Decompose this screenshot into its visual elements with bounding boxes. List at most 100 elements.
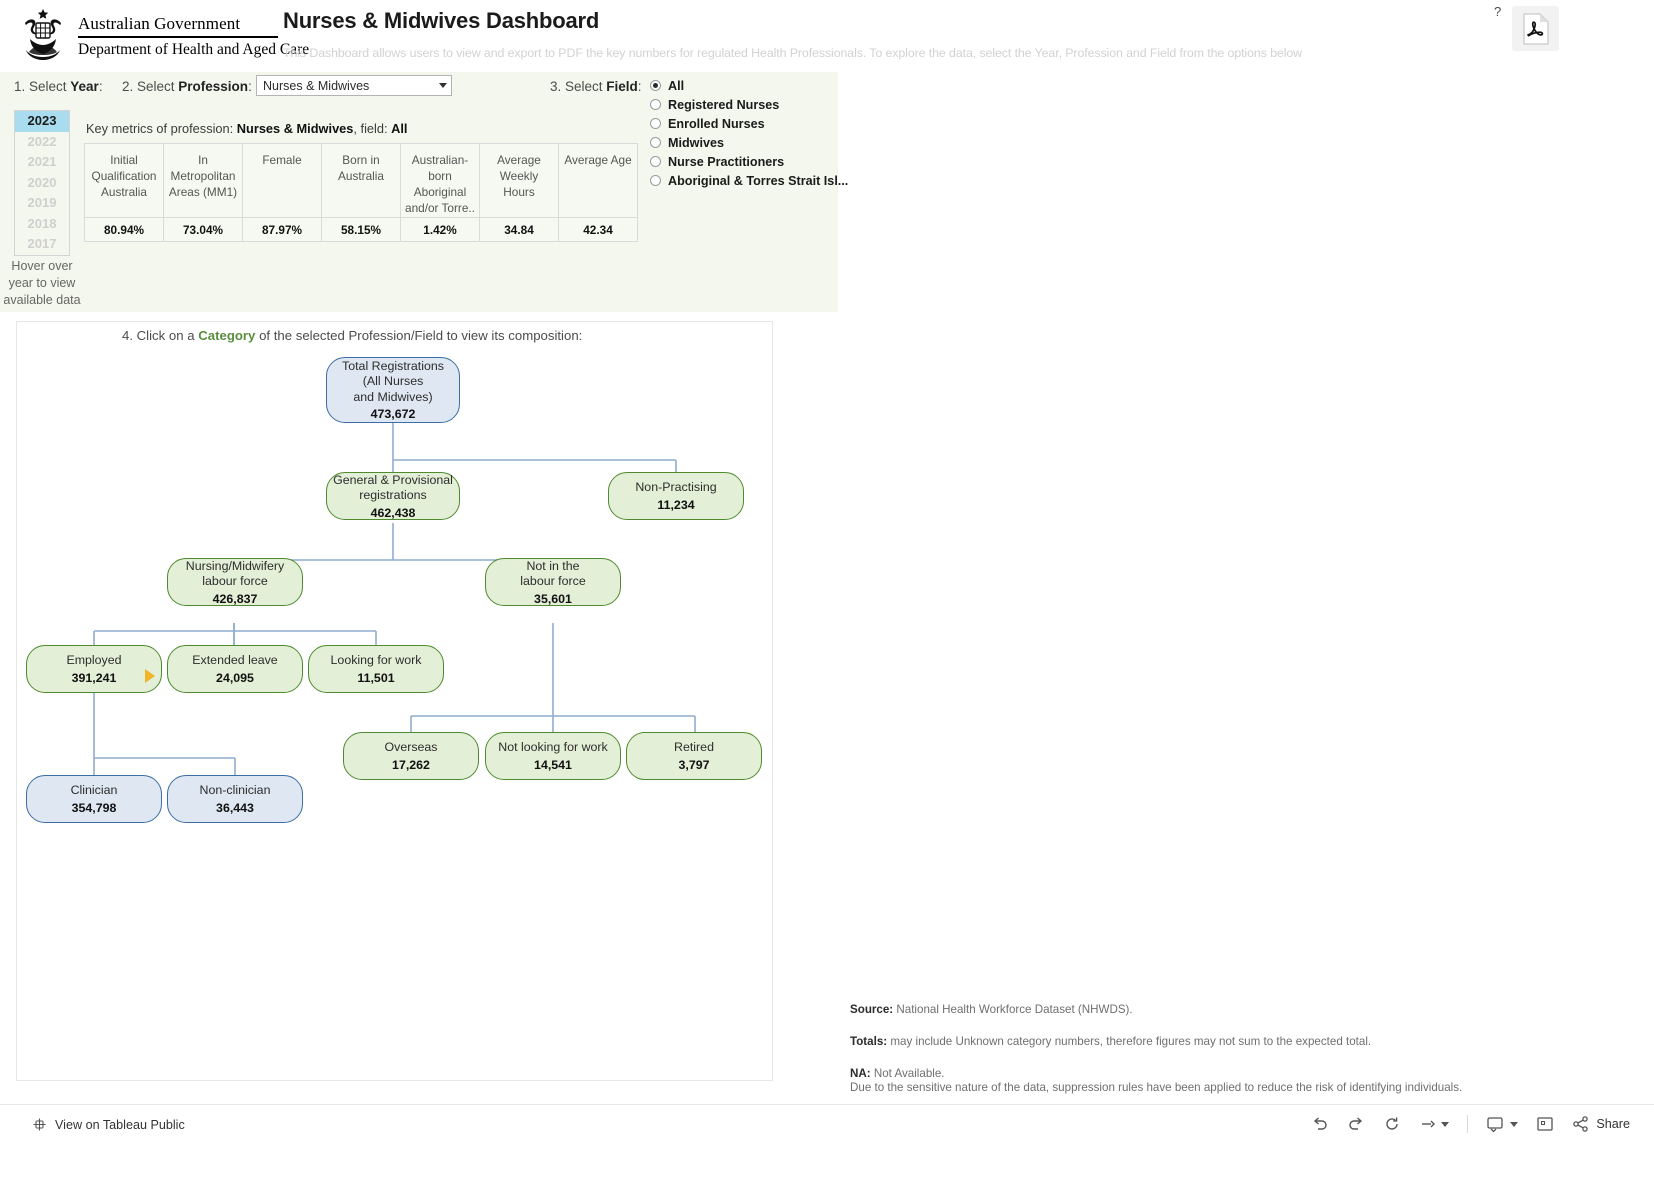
tableau-logo-icon [33,1118,46,1131]
field-radio-label: All [668,78,685,93]
flow-node-label: General & Provisional registrations [333,472,453,503]
field-radio-enrolled-nurses[interactable]: Enrolled Nurses [650,114,848,133]
header: Australian Government Department of Heal… [0,0,1654,72]
flow-node-value: 11,234 [657,497,695,512]
redo-icon[interactable] [1347,1115,1365,1133]
flow-node-label: Total Registrations (All Nurses and Midwiv… [342,358,444,404]
flow-node-nonclinician[interactable]: Non-clinician 36,443 [167,775,303,823]
note-totals: Totals: may include Unknown category num… [850,1035,1372,1048]
key-metric-header: Average Age [558,143,638,218]
drill-down-triangle-icon[interactable] [145,669,155,683]
radio-icon [650,156,661,167]
flow-node-label: Looking for work [330,653,422,668]
radio-icon [650,99,661,110]
field-radio-label: Aboriginal & Torres Strait Isl... [668,173,849,188]
key-metric-header: Initial Qualification Australia [84,143,164,218]
gov-line-1: Australian Government [78,14,241,33]
year-hint-text: Hover over year to view available data [3,259,81,307]
help-icon[interactable]: ? [1494,4,1501,19]
chevron-down-icon [1510,1121,1519,1127]
flow-node-nonprac[interactable]: Non-Practising 11,234 [608,472,744,520]
year-option-2022[interactable]: 2022 [15,132,69,153]
flow-node-notlooking[interactable]: Not looking for work 14,541 [485,732,621,780]
note-na: NA: Not Available. Due to the sensitive n… [850,1067,1463,1094]
year-option-2019[interactable]: 2019 [15,193,69,214]
key-metric-value: 73.04% [163,217,243,242]
key-metrics-value-row: 80.94% 73.04% 87.97% 58.15% 1.42% 34.84 42.34 [84,217,638,242]
profession-label: 2. Select Profession: [122,79,252,94]
flow-node-value: 391,241 [71,670,117,685]
page-subtitle: This Dashboard allows users to view and … [283,46,1303,60]
flow-node-label: Non-clinician [199,783,271,798]
key-metric-value: 42.34 [558,217,638,242]
flow-node-label: Non-Practising [635,480,717,495]
flow-node-label: Retired [674,740,714,755]
profession-dropdown[interactable]: Nurses & Midwives [256,75,452,96]
radio-icon [650,175,661,186]
flow-node-value: 462,438 [370,505,416,520]
chevron-down-icon [1441,1121,1450,1127]
flow-node-retired[interactable]: Retired 3,797 [626,732,762,780]
australian-coat-of-arms [14,6,72,64]
radio-icon [650,80,661,91]
year-option-2023[interactable]: 2023 [15,111,69,132]
fullscreen-icon[interactable] [1536,1115,1554,1133]
flow-node-overseas[interactable]: Overseas 17,262 [343,732,479,780]
field-radio-midwives[interactable]: Midwives [650,133,848,152]
flow-node-general[interactable]: General & Provisional registrations 462,43… [326,472,460,520]
year-option-2018[interactable]: 2018 [15,214,69,235]
key-metric-value: 34.84 [479,217,559,242]
pause-refresh-icon[interactable] [1419,1115,1450,1133]
flow-node-label: Extended leave [192,653,278,668]
key-metrics-table: Initial Qualification Australia In Metrop… [84,143,638,242]
flow-node-looking[interactable]: Looking for work 11,501 [308,645,444,693]
revert-icon[interactable] [1383,1115,1401,1133]
flow-node-value: 24,095 [216,670,254,685]
year-label: 1. Select Year: [14,79,103,94]
key-metric-value: 80.94% [84,217,164,242]
flow-node-extleave[interactable]: Extended leave 24,095 [167,645,303,693]
key-metrics-header-row: Initial Qualification Australia In Metrop… [84,143,638,218]
key-metric-header: In Metropolitan Areas (MM1) [163,143,243,218]
flow-node-value: 14,541 [534,757,572,772]
chevron-down-icon [439,83,447,88]
field-radio-aboriginal-torres-strait-isl[interactable]: Aboriginal & Torres Strait Isl... [650,171,848,190]
year-selector[interactable]: 2023 2022 2021 2020 2019 2018 2017 [14,110,70,256]
field-radio-label: Registered Nurses [668,97,780,112]
field-radio-all[interactable]: All [650,76,848,95]
share-button[interactable]: Share [1572,1115,1630,1133]
key-metric-header: Female [242,143,322,218]
field-radio-group[interactable]: All Registered Nurses Enrolled Nurses Midwi… [650,76,848,190]
flow-node-value: 354,798 [71,800,117,815]
custom-view-icon[interactable] [1486,1115,1519,1133]
flow-node-value: 473,672 [370,407,416,422]
flow-node-labourforce[interactable]: Nursing/Midwifery labour force 426,837 [167,558,303,606]
footer-notes: Source: National Health Workforce Datase… [850,1003,1550,1095]
flow-node-value: 3,797 [678,757,710,772]
field-radio-registered-nurses[interactable]: Registered Nurses [650,95,848,114]
key-metric-header: Born in Australia [321,143,401,218]
year-option-2017[interactable]: 2017 [15,234,69,255]
note-source: Source: National Health Workforce Datase… [850,1003,1133,1016]
flow-node-employed[interactable]: Employed 391,241 [26,645,162,693]
pdf-export-icon[interactable] [1512,6,1559,51]
flow-node-clinician[interactable]: Clinician 354,798 [26,775,162,823]
flow-node-total[interactable]: Total Registrations (All Nurses and Midwiv… [326,357,460,423]
key-metric-value: 58.15% [321,217,401,242]
flow-node-label: Not in the labour force [520,558,586,589]
toolbar-actions: Share [1311,1115,1630,1133]
flowchart-connectors [93,423,696,780]
gov-line-2: Department of Health and Aged Care [78,40,310,58]
field-radio-nurse-practitioners[interactable]: Nurse Practitioners [650,152,848,171]
key-metric-header: Australian-born Aboriginal and/or Torre.… [400,143,480,218]
flow-node-label: Employed [66,653,122,668]
year-option-2021[interactable]: 2021 [15,152,69,173]
undo-icon[interactable] [1311,1115,1329,1133]
field-radio-label: Midwives [668,135,724,150]
view-on-tableau-public-link[interactable]: View on Tableau Public [32,1117,185,1132]
field-radio-label: Enrolled Nurses [668,116,765,131]
key-metric-value: 87.97% [242,217,322,242]
flow-node-label: Nursing/Midwifery labour force [185,558,285,589]
year-option-2020[interactable]: 2020 [15,173,69,194]
flow-node-notinlabour[interactable]: Not in the labour force 35,601 [485,558,621,606]
